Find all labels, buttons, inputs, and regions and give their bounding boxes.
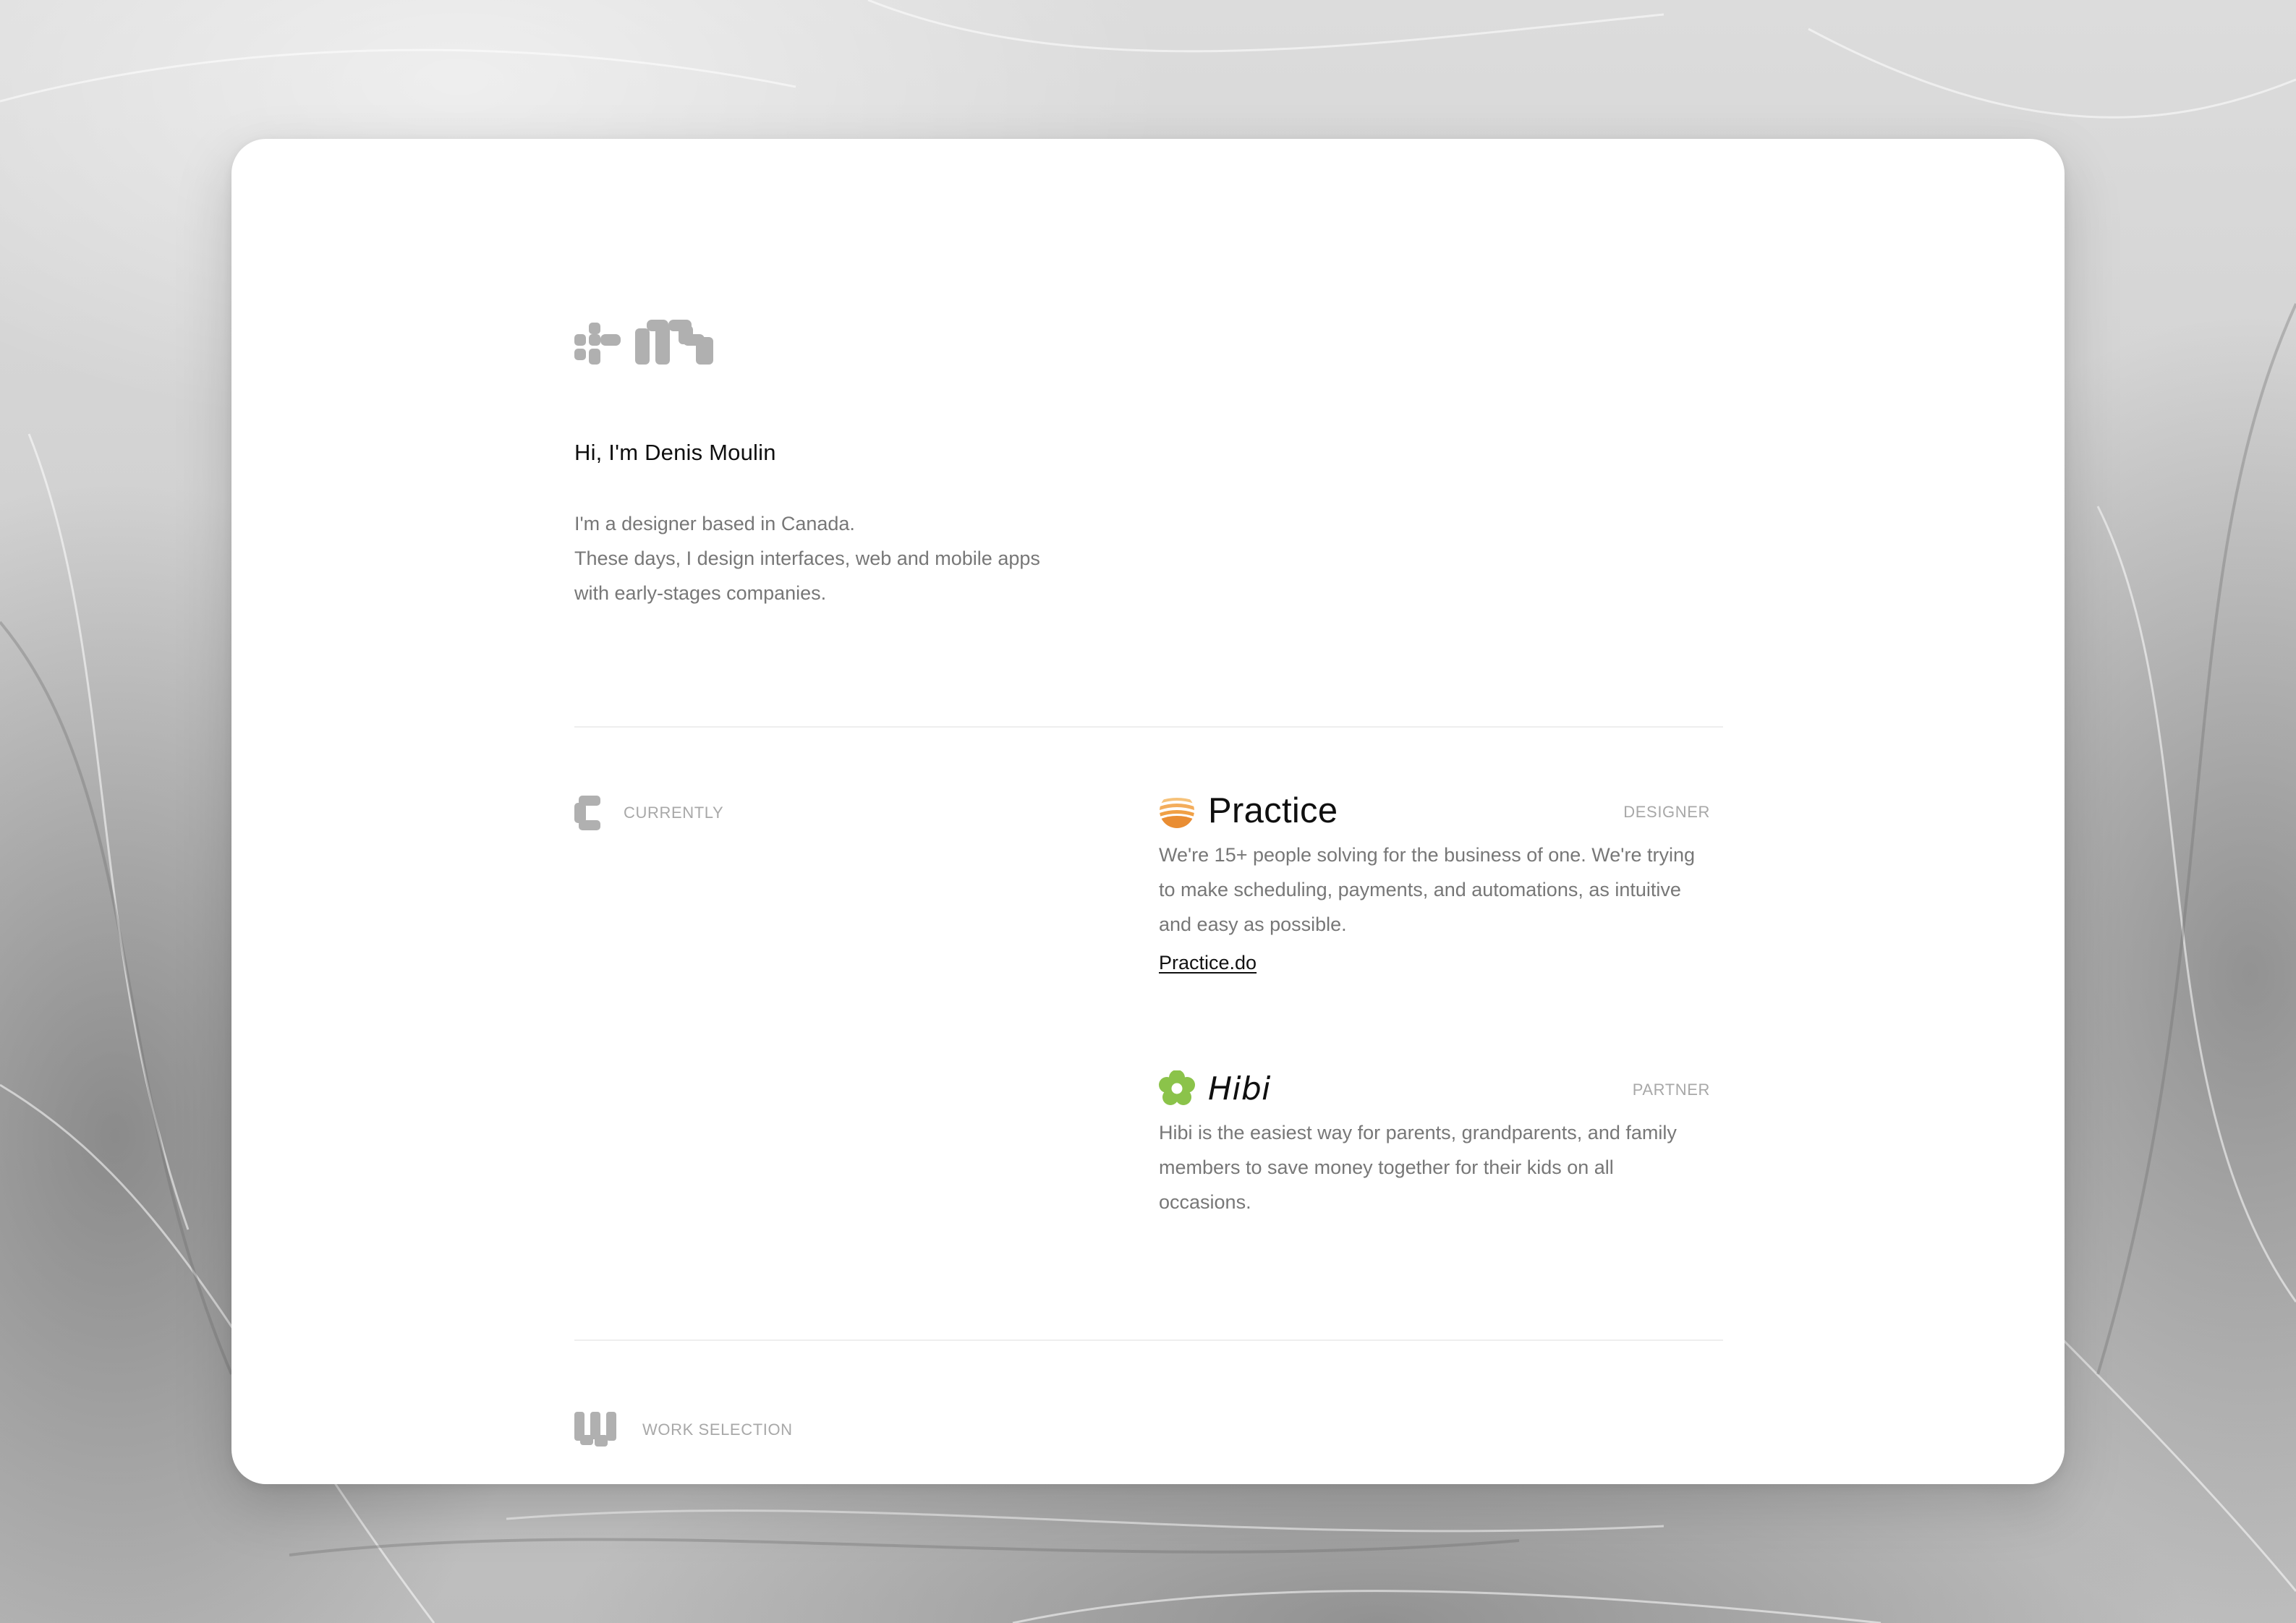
job-header: Practice DESIGNER xyxy=(1159,788,1710,833)
dm-monogram-logo[interactable] xyxy=(574,320,715,367)
job-header: Hibi PARTNER xyxy=(1159,1066,1710,1111)
hibi-flower-icon xyxy=(1159,1070,1195,1105)
practice-logo-icon xyxy=(1160,793,1194,828)
job-name: Hibi xyxy=(1208,1070,1271,1107)
section-divider xyxy=(574,1339,1723,1341)
bracket-c-icon xyxy=(574,796,600,830)
bio-line: These days, I design interfaces, web and… xyxy=(574,548,1040,569)
job-hibi: Hibi PARTNER Hibi is the easiest way for… xyxy=(1159,1066,1710,1219)
job-practice: Practice DESIGNER We're 15+ people solvi… xyxy=(1159,788,1710,974)
job-role: PARTNER xyxy=(1632,1081,1710,1099)
bio-line: I'm a designer based in Canada. xyxy=(574,513,855,534)
greeting-heading: Hi, I'm Denis Moulin xyxy=(574,440,776,465)
currently-section-label: CURRENTLY xyxy=(574,796,723,830)
job-name: Practice xyxy=(1208,791,1338,830)
section-divider xyxy=(574,726,1723,728)
job-role: DESIGNER xyxy=(1623,803,1710,821)
job-description: We're 15+ people solving for the busines… xyxy=(1159,844,1695,935)
practice-link[interactable]: Practice.do xyxy=(1159,952,1257,974)
bio-line: with early-stages companies. xyxy=(574,582,827,604)
card-content: Hi, I'm Denis Moulin I'm a designer base… xyxy=(574,139,1723,1484)
w-block-icon xyxy=(574,1412,616,1447)
job-description: Hibi is the easiest way for parents, gra… xyxy=(1159,1122,1677,1213)
work-selection-section-label: WORK SELECTION xyxy=(574,1412,793,1448)
currently-label-text: CURRENTLY xyxy=(624,804,724,822)
profile-card: Hi, I'm Denis Moulin I'm a designer base… xyxy=(231,139,2065,1484)
work-selection-label-text[interactable]: WORK SELECTION xyxy=(642,1420,793,1439)
bio-text: I'm a designer based in Canada. These da… xyxy=(574,506,1139,610)
